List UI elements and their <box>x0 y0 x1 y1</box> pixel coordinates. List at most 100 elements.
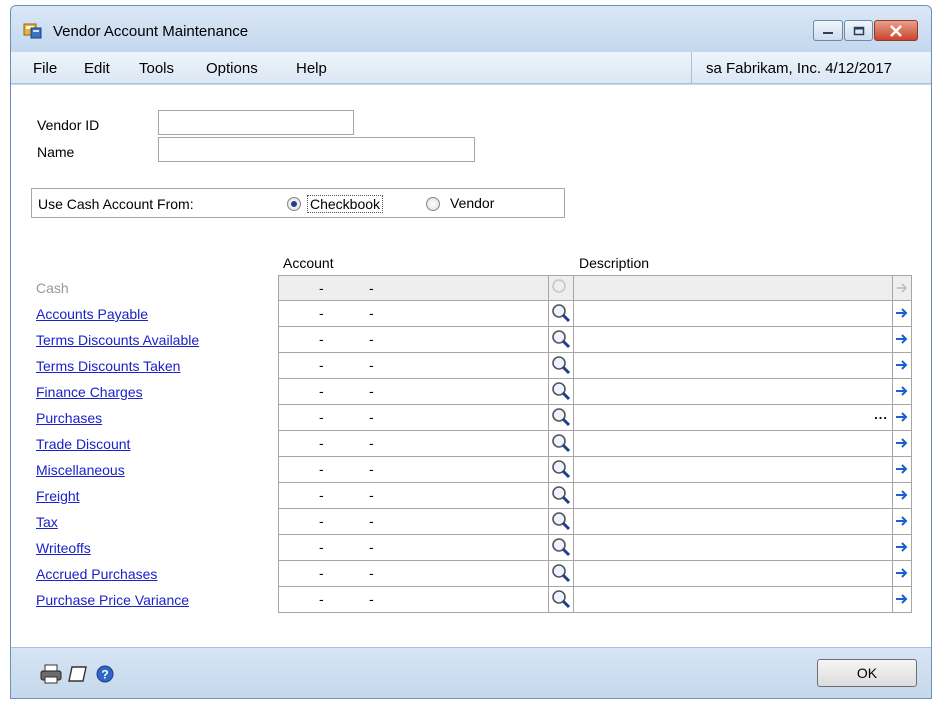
account-link-terms-discounts-taken[interactable]: Terms Discounts Taken <box>36 353 180 379</box>
ellipsis-button[interactable]: ... <box>874 407 888 422</box>
account-link-writeoffs[interactable]: Writeoffs <box>36 535 91 561</box>
lookup-button-freight[interactable] <box>549 483 574 509</box>
expand-button-tax[interactable] <box>893 509 912 535</box>
lookup-button-accrued-purchases[interactable] <box>549 561 574 587</box>
close-button[interactable] <box>874 20 918 41</box>
lookup-button-purchase-price-variance[interactable] <box>549 587 574 613</box>
description-field-terms-discounts-available <box>574 327 893 353</box>
account-link-miscellaneous[interactable]: Miscellaneous <box>36 457 125 483</box>
window-title: Vendor Account Maintenance <box>53 23 249 40</box>
lookup-button-terms-discounts-available[interactable] <box>549 327 574 353</box>
menu-bar: File Edit Tools Options Help sa Fabrikam… <box>11 52 931 84</box>
account-link-tax[interactable]: Tax <box>36 509 58 535</box>
expand-button-terms-discounts-available[interactable] <box>893 327 912 353</box>
expand-arrow-icon <box>896 334 908 344</box>
menu-tools[interactable]: Tools <box>139 60 174 77</box>
lookup-icon <box>552 279 566 293</box>
lookup-button-finance-charges[interactable] <box>549 379 574 405</box>
lookup-icon <box>552 408 571 427</box>
expand-arrow-icon <box>896 542 908 552</box>
account-field-purchases[interactable]: -- <box>278 405 549 431</box>
lookup-button-tax[interactable] <box>549 509 574 535</box>
lookup-button-miscellaneous[interactable] <box>549 457 574 483</box>
account-link-purchase-price-variance[interactable]: Purchase Price Variance <box>36 587 189 613</box>
account-field-writeoffs[interactable]: -- <box>278 535 549 561</box>
radio-vendor-label[interactable]: Vendor <box>450 195 494 211</box>
vendor-id-field[interactable] <box>158 110 354 135</box>
account-field-terms-discounts-available[interactable]: -- <box>278 327 549 353</box>
account-field-terms-discounts-taken[interactable]: -- <box>278 353 549 379</box>
description-field-purchase-price-variance <box>574 587 893 613</box>
expand-button-accounts-payable[interactable] <box>893 301 912 327</box>
printer-icon[interactable] <box>39 663 63 685</box>
name-label: Name <box>37 144 75 160</box>
expand-button-writeoffs[interactable] <box>893 535 912 561</box>
description-field-terms-discounts-taken <box>574 353 893 379</box>
lookup-button-cash <box>549 275 574 301</box>
expand-button-miscellaneous[interactable] <box>893 457 912 483</box>
expand-button-terms-discounts-taken[interactable] <box>893 353 912 379</box>
lookup-button-terms-discounts-taken[interactable] <box>549 353 574 379</box>
account-field-trade-discount[interactable]: -- <box>278 431 549 457</box>
menu-help[interactable]: Help <box>296 60 327 77</box>
form-content: Vendor ID Name Use Cash Account From: Ch… <box>11 85 931 647</box>
minimize-icon <box>823 31 833 34</box>
account-field-accounts-payable[interactable]: -- <box>278 301 549 327</box>
account-field-freight[interactable]: -- <box>278 483 549 509</box>
account-field-accrued-purchases[interactable]: -- <box>278 561 549 587</box>
maximize-button[interactable] <box>844 20 873 41</box>
note-icon[interactable] <box>67 663 89 685</box>
account-field-tax[interactable]: -- <box>278 509 549 535</box>
title-bar: Vendor Account Maintenance <box>11 6 931 52</box>
expand-button-freight[interactable] <box>893 483 912 509</box>
app-icon <box>23 23 42 39</box>
account-link-finance-charges[interactable]: Finance Charges <box>36 379 143 405</box>
lookup-icon <box>552 564 571 583</box>
account-link-trade-discount[interactable]: Trade Discount <box>36 431 130 457</box>
account-field-purchase-price-variance[interactable]: -- <box>278 587 549 613</box>
lookup-button-accounts-payable[interactable] <box>549 301 574 327</box>
menu-options[interactable]: Options <box>206 60 258 77</box>
expand-button-finance-charges[interactable] <box>893 379 912 405</box>
menu-file[interactable]: File <box>33 60 57 77</box>
expand-arrow-icon <box>896 568 908 578</box>
radio-checkbook[interactable] <box>287 197 301 211</box>
expand-arrow-icon <box>896 360 908 370</box>
account-link-purchases[interactable]: Purchases <box>36 405 102 431</box>
lookup-icon <box>552 486 571 505</box>
description-field-freight <box>574 483 893 509</box>
lookup-button-purchases[interactable] <box>549 405 574 431</box>
description-field-miscellaneous <box>574 457 893 483</box>
account-field-finance-charges[interactable]: -- <box>278 379 549 405</box>
lookup-icon <box>552 590 571 609</box>
expand-arrow-icon <box>896 438 908 448</box>
expand-button-purchase-price-variance[interactable] <box>893 587 912 613</box>
account-link-accrued-purchases[interactable]: Accrued Purchases <box>36 561 157 587</box>
ok-button[interactable]: OK <box>817 659 917 687</box>
menu-edit[interactable]: Edit <box>84 60 110 77</box>
radio-checkbook-label[interactable]: Checkbook <box>307 195 384 213</box>
description-field-cash <box>574 275 893 301</box>
lookup-button-writeoffs[interactable] <box>549 535 574 561</box>
description-field-finance-charges <box>574 379 893 405</box>
minimize-button[interactable] <box>813 20 843 41</box>
expand-button-purchases[interactable] <box>893 405 912 431</box>
account-link-freight[interactable]: Freight <box>36 483 80 509</box>
account-field-miscellaneous[interactable]: -- <box>278 457 549 483</box>
account-field-cash: -- <box>278 275 549 301</box>
expand-arrow-icon <box>896 464 908 474</box>
description-field-writeoffs <box>574 535 893 561</box>
expand-button-trade-discount[interactable] <box>893 431 912 457</box>
expand-button-cash <box>893 275 912 301</box>
name-field[interactable] <box>158 137 475 162</box>
account-label-cash: Cash <box>36 280 69 296</box>
lookup-button-trade-discount[interactable] <box>549 431 574 457</box>
vendor-account-maintenance-window: Vendor Account Maintenance File Edit Too… <box>10 5 932 699</box>
expand-button-accrued-purchases[interactable] <box>893 561 912 587</box>
radio-vendor[interactable] <box>426 197 440 211</box>
account-link-terms-discounts-available[interactable]: Terms Discounts Available <box>36 327 199 353</box>
description-field-accrued-purchases <box>574 561 893 587</box>
account-link-accounts-payable[interactable]: Accounts Payable <box>36 301 148 327</box>
help-icon[interactable]: ? <box>95 664 115 684</box>
svg-text:?: ? <box>101 668 108 682</box>
